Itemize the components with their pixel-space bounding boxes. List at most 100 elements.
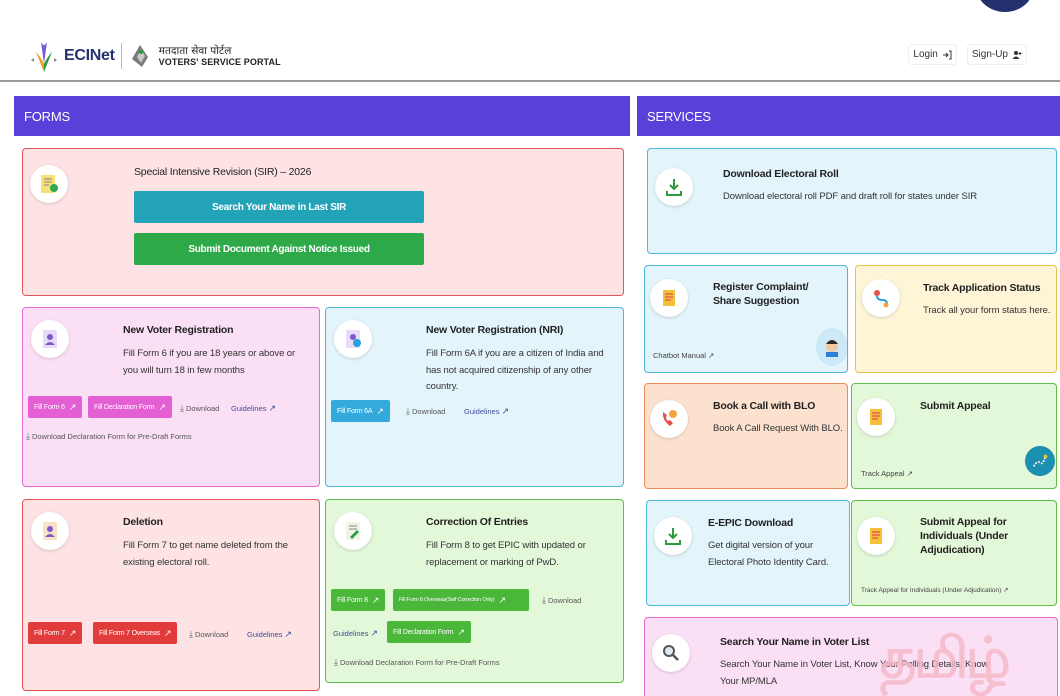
download-label: Download [411, 407, 446, 416]
blo-card[interactable]: Book a Call with BLO Book A Call Request… [644, 383, 848, 489]
fill-form-6-button[interactable]: Fill Form 6 ↗ [28, 396, 83, 418]
appeal-document-icon [870, 409, 882, 425]
arrow-up-right-icon: ↗ [498, 594, 507, 605]
predraft-label: Download Declaration Form for Pre-Draft … [31, 432, 192, 441]
deletion-card: Deletion Fill Form 7 to get name deleted… [22, 499, 320, 691]
download-icon [665, 528, 681, 545]
new-voter-predraft-link[interactable]: ⤓ Download Declaration Form for Pre-Draft… [26, 431, 192, 442]
arrow-up-right-icon: ↗ [906, 469, 913, 478]
fill-form-8-button[interactable]: Fill Form 8 ↗ [331, 589, 386, 611]
new-voter-desc: Fill Form 6 if you are 18 years or above… [123, 348, 296, 376]
download-icon: ⤓ [180, 403, 184, 413]
search-name-sir-button[interactable]: Search Your Name in Last SIR [134, 191, 424, 223]
download-label: Download [185, 404, 220, 413]
auth-actions: Login Sign-Up [909, 45, 1026, 64]
login-button[interactable]: Login [909, 45, 956, 64]
download-icon [666, 179, 682, 196]
fill-form-8-overseas-button[interactable]: Fill Form 8 Overseas(Self Correction Onl… [393, 589, 529, 611]
nri-guidelines-link[interactable]: Guidelines ↗ [464, 406, 509, 417]
deletion-guidelines-link[interactable]: Guidelines ↗ [247, 629, 292, 640]
guidelines-label: Guidelines [464, 407, 500, 416]
arrow-up-right-icon: ↗ [1003, 587, 1009, 594]
guidelines-label: Guidelines [333, 629, 369, 638]
sir-icon [30, 165, 68, 203]
arrow-up-right-icon: ↗ [68, 401, 77, 412]
fill-declaration-form-button[interactable]: Fill Declaration Form ↗ [88, 396, 172, 418]
chatbot-manual-label: Chatbot Manual [653, 351, 706, 360]
portal-name-hindi: मतदाता सेवा पोर्टल [158, 44, 232, 57]
appeal-individuals-icon [857, 517, 895, 555]
fill-form-6-label: Fill Form 6 [34, 403, 65, 411]
services-heading: SERVICES [637, 96, 1060, 136]
fill-form-6a-button[interactable]: Fill Form 6A ↗ [331, 400, 390, 422]
arrow-up-right-icon: ↗ [371, 594, 380, 605]
correction-guidelines-link[interactable]: Guidelines ↗ [333, 628, 378, 639]
signup-label: Sign-Up [971, 49, 1008, 60]
edit-document-icon [346, 522, 360, 540]
appeal-individuals-title: Submit Appeal for Individuals (Under Adj… [920, 516, 1008, 557]
nri-download-link[interactable]: ⤓ Download [406, 406, 445, 417]
new-voter-nri-title: New Voter Registration (NRI) [426, 324, 564, 336]
fill-form-7-button[interactable]: Fill Form 7 ↗ [28, 622, 83, 644]
complaint-document-icon [663, 290, 675, 306]
track-status-card[interactable]: Track Application Status Track all your … [855, 265, 1057, 373]
chatbot-face-icon [826, 340, 838, 357]
correction-predraft-link[interactable]: ⤓ Download Declaration Form for Pre-Draft… [334, 657, 500, 668]
complaint-card[interactable]: Register Complaint/ Share Suggestion Cha… [644, 265, 848, 373]
electoral-roll-desc: Download electoral roll PDF and draft ro… [723, 191, 978, 202]
track-appeal-link[interactable]: Track Appeal ↗ [861, 469, 913, 478]
ballot-hand-icon [131, 45, 148, 67]
submit-document-button[interactable]: Submit Document Against Notice Issued [134, 233, 424, 265]
appeal-document-icon [870, 528, 882, 544]
search-name-icon [652, 634, 690, 672]
complaint-title: Register Complaint/ Share Suggestion [713, 281, 809, 308]
ecinet-flame-icon [31, 42, 57, 72]
blo-icon [650, 400, 688, 438]
chatbot-manual-link[interactable]: Chatbot Manual ↗ [653, 351, 714, 360]
track-status-desc: Track all your form status here. [923, 305, 1051, 316]
epic-card[interactable]: E-EPIC Download Get digital version of y… [646, 500, 850, 606]
correction-fill-declaration-button[interactable]: Fill Declaration Form ↗ [387, 621, 471, 643]
track-appeal-label: Track Appeal [861, 469, 905, 478]
arrow-up-right-icon: ↗ [376, 405, 384, 416]
fill-form-8-overseas-label: Fill Form 8 Overseas(Self Correction Onl… [399, 597, 495, 603]
arrow-up-right-icon: ↗ [708, 351, 715, 360]
arrow-up-right-icon: ↗ [370, 628, 378, 638]
deletion-title: Deletion [123, 516, 163, 528]
track-status-icon [862, 279, 900, 317]
arrow-up-right-icon: ↗ [457, 626, 465, 637]
download-label: Download [194, 630, 229, 639]
download-icon: ⤓ [189, 629, 193, 639]
forms-heading: FORMS [14, 96, 630, 136]
download-icon: ⤓ [334, 657, 338, 667]
deletion-download-link[interactable]: ⤓ Download [189, 629, 228, 640]
electoral-roll-card[interactable]: Download Electoral Roll Download elector… [647, 148, 1057, 254]
epic-title: E-EPIC Download [708, 517, 794, 529]
arrow-up-right-icon: ↗ [68, 627, 77, 638]
fill-form-7-overseas-button[interactable]: Fill Form 7 Overseas ↗ [93, 622, 178, 644]
correction-title: Correction Of Entries [426, 516, 528, 528]
new-voter-download-link[interactable]: ⤓ Download [180, 403, 219, 414]
track-appeal-individuals-link[interactable]: Track Appeal for Individuals (Under Adju… [861, 586, 1009, 594]
correction-download-link[interactable]: ⤓ Download [542, 595, 581, 606]
signup-button[interactable]: Sign-Up [967, 45, 1026, 64]
appeal-icon [857, 398, 895, 436]
download-icon: ⤓ [406, 406, 410, 416]
ecinet-logo[interactable]: ECINet मतदाता सेवा पोर्टल VOTERS' SERVIC… [30, 38, 281, 74]
fill-form-7-label: Fill Form 7 [34, 629, 65, 637]
new-voter-guidelines-link[interactable]: Guidelines ↗ [231, 403, 276, 414]
arrow-up-right-icon: ↗ [268, 403, 276, 413]
logo-separator [120, 43, 122, 69]
fill-declaration-label: Fill Declaration Form [393, 628, 454, 636]
correction-desc: Fill Form 8 to get EPIC with updated or … [426, 540, 586, 568]
chatbot-avatar[interactable] [816, 328, 847, 366]
download-label: Download [547, 596, 582, 605]
predraft-label: Download Declaration Form for Pre-Draft … [339, 658, 500, 667]
appeal-card[interactable]: Submit Appeal Track Appeal ↗ [851, 383, 1057, 489]
document-list-icon [41, 175, 58, 193]
correction-card: Correction Of Entries Fill Form 8 to get… [325, 499, 624, 683]
appeal-individuals-card[interactable]: Submit Appeal for Individuals (Under Adj… [851, 500, 1057, 606]
new-voter-card: New Voter Registration Fill Form 6 if yo… [22, 307, 320, 487]
fill-declaration-label: Fill Declaration Form [94, 403, 155, 411]
arrow-up-right-icon: ↗ [163, 627, 172, 638]
